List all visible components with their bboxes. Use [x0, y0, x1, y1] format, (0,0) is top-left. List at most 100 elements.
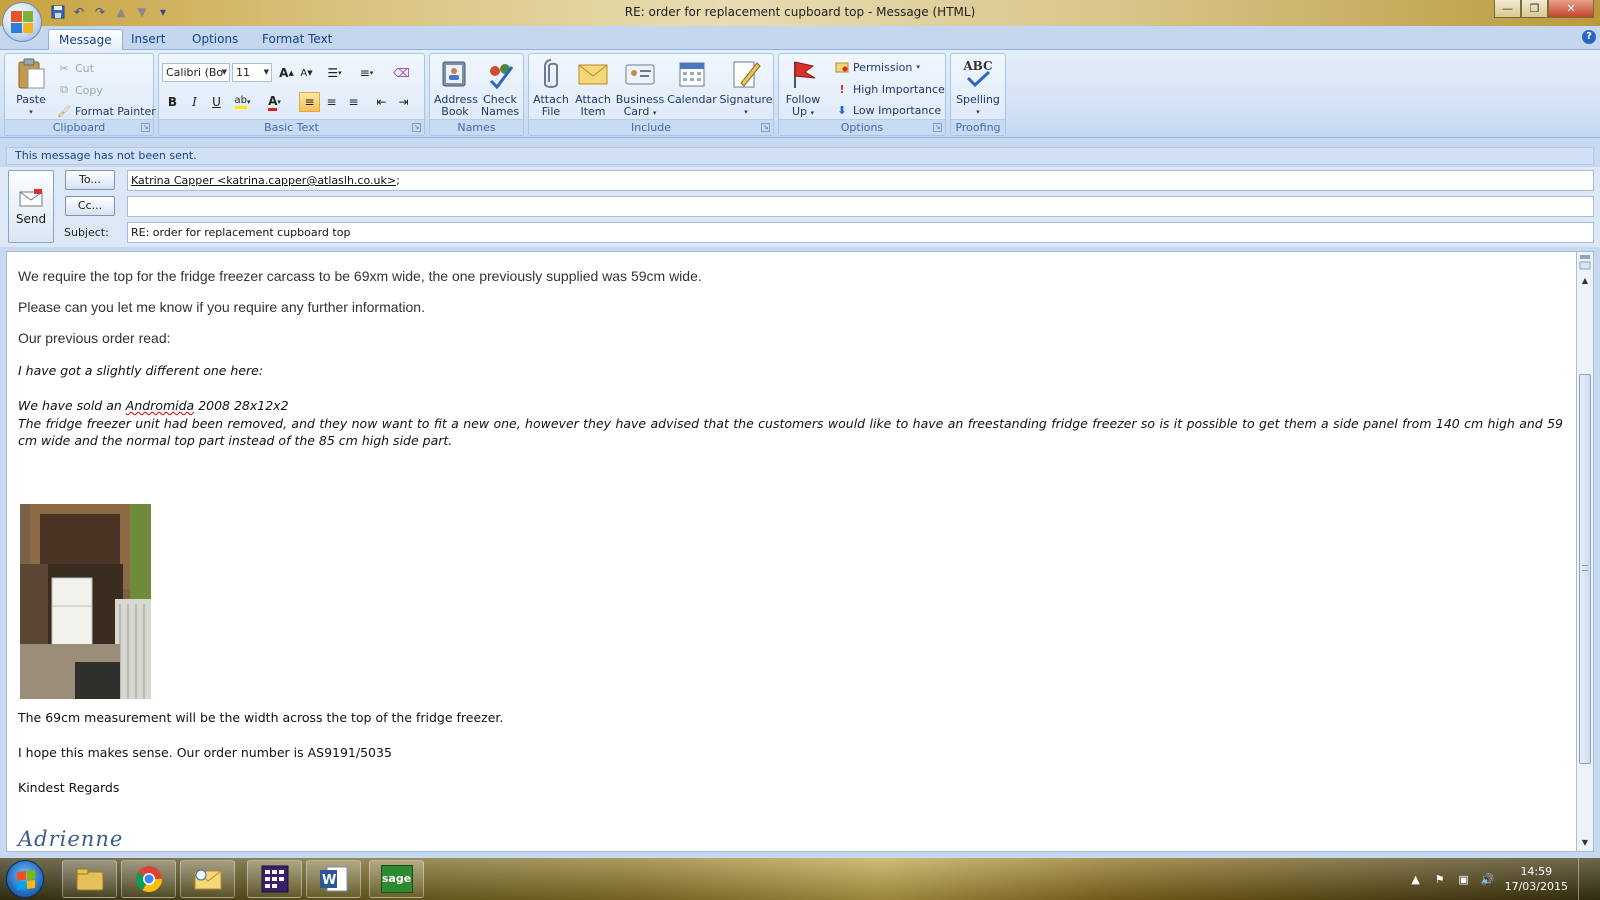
vertical-scrollbar[interactable]: ▲ ▼	[1577, 251, 1594, 852]
spelling-check-icon: ABC	[962, 58, 994, 90]
cc-field[interactable]	[127, 196, 1594, 217]
clipboard-group-label: Clipboard	[5, 119, 153, 135]
attach-item-button[interactable]: Attach Item	[573, 58, 613, 118]
font-color-button[interactable]: A ▾	[264, 92, 285, 112]
show-hidden-icons[interactable]: ▲	[1409, 872, 1423, 886]
clear-formatting-button[interactable]: ⌫	[391, 63, 412, 83]
taskbar-outlook[interactable]	[180, 860, 235, 898]
clock-time: 14:59	[1520, 865, 1553, 878]
scroll-grip-icon	[1582, 565, 1588, 571]
clock-date: 17/03/2015	[1504, 880, 1568, 893]
taskbar-word[interactable]: W	[306, 860, 361, 898]
numbering-button[interactable]: ≡ ▾	[356, 63, 377, 83]
high-importance-button[interactable]: ! High Importance	[835, 80, 944, 98]
close-button[interactable]: ✕	[1548, 0, 1594, 18]
signature-icon	[730, 58, 762, 90]
permission-button[interactable]: Permission ▾	[835, 58, 920, 76]
misspelled-word[interactable]: Andromida	[126, 398, 194, 413]
subject-field[interactable]: RE: order for replacement cupboard top	[127, 222, 1594, 243]
font-name-select[interactable]: Calibri (Bo ▼	[162, 63, 230, 82]
low-importance-button[interactable]: ⬇ Low Importance	[835, 101, 941, 119]
signature-button[interactable]: Signature ▾	[719, 58, 773, 118]
align-left-button[interactable]: ≡	[299, 92, 320, 112]
business-card-button[interactable]: Business Card ▾	[615, 58, 665, 119]
quoted-line-1: I have got a slightly different one here…	[18, 363, 264, 378]
follow-up-button[interactable]: Follow Up ▾	[781, 58, 825, 119]
basic-text-launcher-icon[interactable]: ↘	[412, 123, 421, 132]
network-icon[interactable]: ▣	[1457, 872, 1471, 886]
fridge-freezer-photo[interactable]	[20, 504, 151, 699]
highlighter-icon: ab	[234, 95, 247, 109]
window-title: RE: order for replacement cupboard top -…	[624, 5, 976, 19]
exclamation-icon: !	[839, 82, 845, 96]
tab-insert[interactable]: Insert	[121, 29, 175, 50]
tab-options[interactable]: Options	[182, 29, 248, 50]
minimize-button[interactable]: —	[1494, 0, 1521, 18]
clipboard-launcher-icon[interactable]: ↘	[141, 123, 150, 132]
options-launcher-icon[interactable]: ↘	[933, 123, 942, 132]
start-button[interactable]	[6, 860, 44, 898]
taskbar-sage[interactable]: sage	[369, 860, 424, 898]
business-card-icon	[624, 58, 656, 90]
grow-font-button[interactable]: A ▲	[276, 63, 297, 83]
scroll-up-icon[interactable]: ▲	[1578, 274, 1592, 288]
action-center-flag-icon[interactable]: ⚑	[1433, 872, 1447, 886]
decrease-indent-button[interactable]: ⇤	[371, 92, 392, 112]
body-paragraph-2: Please can you let me know if you requir…	[18, 299, 425, 315]
attach-file-button[interactable]: Attach File	[531, 58, 571, 118]
italic-button[interactable]: I	[184, 92, 205, 112]
scroll-thumb[interactable]	[1579, 374, 1591, 764]
clipboard-group: Paste ▾ ✂ Cut ⧉ Copy 🖌 Format Painter Cl…	[4, 53, 156, 136]
calendar-icon	[676, 58, 708, 90]
format-painter-button[interactable]: 🖌 Format Painter	[57, 102, 156, 120]
include-launcher-icon[interactable]: ↘	[761, 123, 770, 132]
ribbon: Paste ▾ ✂ Cut ⧉ Copy 🖌 Format Painter Cl…	[0, 50, 1600, 138]
volume-icon[interactable]: 🔊	[1481, 872, 1495, 886]
to-button[interactable]: To...	[65, 170, 115, 190]
paste-button[interactable]: Paste ▾	[11, 58, 51, 118]
decrease-indent-icon: ⇤	[376, 95, 387, 109]
options-group-label: Options	[779, 119, 945, 135]
maximize-button[interactable]: ❐	[1521, 0, 1548, 18]
recipient-katrina-capper[interactable]: Katrina Capper <katrina.capper@atlaslh.c…	[131, 174, 396, 187]
show-desktop-button[interactable]	[1578, 858, 1588, 900]
tab-format-text[interactable]: Format Text	[252, 29, 342, 50]
highlight-button[interactable]: ab ▾	[232, 92, 253, 112]
address-book-button[interactable]: Address Book	[434, 58, 478, 118]
bold-button[interactable]: B	[162, 92, 183, 112]
spelling-button[interactable]: ABC Spelling ▾	[953, 58, 1003, 118]
align-right-icon: ≡	[348, 95, 359, 109]
align-center-button[interactable]: ≡	[321, 92, 342, 112]
underline-button[interactable]: U	[206, 92, 227, 112]
taskbar-chrome[interactable]	[121, 860, 176, 898]
send-button[interactable]: Send	[8, 170, 54, 243]
font-size-select[interactable]: 11 ▼	[232, 63, 272, 82]
bullets-icon: ☰	[327, 66, 339, 80]
message-header: Send To... Katrina Capper <katrina.cappe…	[0, 167, 1600, 247]
include-group-label: Include	[529, 119, 773, 135]
word-icon: W	[319, 866, 347, 892]
taskbar: W sage ▲ ⚑ ▣ 🔊 14:59 17/03/2015	[0, 858, 1600, 900]
scroll-down-icon[interactable]: ▼	[1578, 836, 1592, 850]
message-body[interactable]: We require the top for the fridge freeze…	[6, 251, 1577, 852]
shrink-font-button[interactable]: A ▼	[296, 63, 317, 83]
cc-button[interactable]: Cc...	[65, 196, 115, 216]
taskbar-explorer[interactable]	[62, 860, 117, 898]
increase-indent-button[interactable]: ⇥	[393, 92, 414, 112]
cut-button[interactable]: ✂ Cut	[57, 59, 94, 77]
check-names-button[interactable]: Check Names	[478, 58, 522, 118]
bullets-button[interactable]: ☰ ▾	[324, 63, 345, 83]
to-field[interactable]: Katrina Capper <katrina.capper@atlaslh.c…	[127, 170, 1594, 191]
taskbar-calendar-app[interactable]	[247, 860, 302, 898]
tab-message[interactable]: Message	[48, 29, 123, 50]
office-button[interactable]	[2, 2, 42, 42]
align-right-button[interactable]: ≡	[343, 92, 364, 112]
copy-button[interactable]: ⧉ Copy	[57, 81, 103, 99]
check-names-icon	[484, 58, 516, 90]
permission-icon	[835, 60, 849, 74]
clock[interactable]: 14:59 17/03/2015	[1505, 864, 1568, 894]
help-icon[interactable]: ?	[1582, 30, 1596, 44]
view-ruler-icon[interactable]	[1578, 254, 1592, 272]
copy-icon: ⧉	[60, 83, 68, 96]
calendar-button[interactable]: Calendar	[667, 58, 717, 106]
